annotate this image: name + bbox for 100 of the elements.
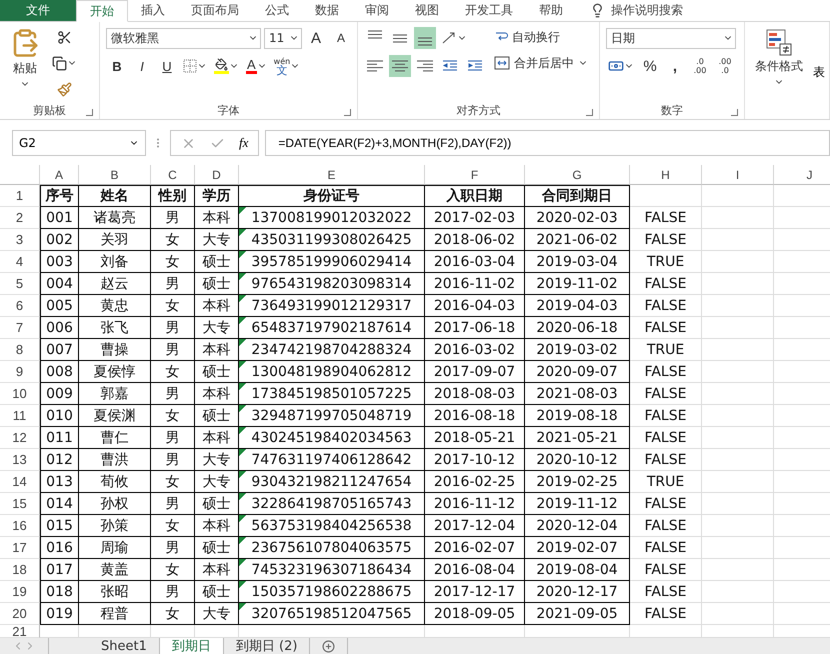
table-cell: 大专 xyxy=(195,603,239,625)
column-header[interactable]: G xyxy=(525,165,630,185)
ribbon-tab[interactable]: 视图 xyxy=(402,0,452,21)
row-header[interactable]: 8 xyxy=(0,339,40,361)
column-header[interactable]: H xyxy=(630,165,702,185)
launcher-icon[interactable] xyxy=(344,109,351,116)
name-box[interactable]: G2 xyxy=(12,130,146,156)
ribbon-tab[interactable]: 审阅 xyxy=(352,0,402,21)
row-header[interactable]: 9 xyxy=(0,361,40,383)
column-header[interactable]: E xyxy=(239,165,425,185)
bold-button[interactable]: B xyxy=(106,55,128,77)
table-cell: 女 xyxy=(151,603,195,625)
table-cell: 2019-11-02 xyxy=(525,273,630,295)
table-cell: 236756107804063575 xyxy=(239,537,425,559)
row-header[interactable]: 11 xyxy=(0,405,40,427)
font-name-field[interactable]: 微软雅黑 xyxy=(106,28,261,48)
ribbon-tab[interactable]: 帮助 xyxy=(526,0,576,21)
indent-icon xyxy=(467,59,483,73)
row-header[interactable]: 20 xyxy=(0,603,40,625)
table-cell: 2020-12-17 xyxy=(525,581,630,603)
sheet-tab[interactable]: 到期日 (2) xyxy=(224,638,310,654)
column-header[interactable]: I xyxy=(702,165,774,185)
ribbon-tab[interactable]: 页面布局 xyxy=(178,0,252,21)
row-header[interactable]: 14 xyxy=(0,471,40,493)
row-header[interactable]: 7 xyxy=(0,317,40,339)
column-header[interactable]: B xyxy=(79,165,151,185)
tell-me-search[interactable]: 操作说明搜索 xyxy=(611,2,683,19)
italic-button[interactable]: I xyxy=(131,55,153,77)
font-size-field[interactable]: 11 xyxy=(264,28,302,48)
launcher-icon[interactable] xyxy=(731,109,738,116)
table-cell: 夏侯惇 xyxy=(79,361,151,383)
comma-button[interactable]: , xyxy=(664,55,686,77)
insert-function-button[interactable]: fx xyxy=(239,135,248,151)
row-header[interactable]: 16 xyxy=(0,515,40,537)
row-header[interactable]: 10 xyxy=(0,383,40,405)
percent-button[interactable]: % xyxy=(639,55,661,77)
add-sheet-icon[interactable] xyxy=(322,640,336,652)
merge-center-button[interactable]: 合并后居中 xyxy=(492,52,590,74)
horizontal-align-button[interactable] xyxy=(389,55,411,77)
table-cell: 曹洪 xyxy=(79,449,151,471)
paste-button[interactable]: 粘贴 xyxy=(6,26,44,101)
empty-cell xyxy=(702,405,774,427)
table-format-label[interactable]: 表 xyxy=(813,64,825,81)
table-cell: 137008199012032022 xyxy=(239,207,425,229)
row-header[interactable]: 2 xyxy=(0,207,40,229)
sheet-tab[interactable]: 到期日 xyxy=(160,638,224,654)
table-cell: 005 xyxy=(40,295,79,317)
launcher-icon[interactable] xyxy=(86,109,93,116)
underline-button[interactable]: U xyxy=(156,55,178,77)
font-color-button[interactable]: A xyxy=(244,55,269,77)
column-header[interactable]: J xyxy=(774,165,830,185)
row-header[interactable]: 13 xyxy=(0,449,40,471)
table-cell: 012 xyxy=(40,449,79,471)
wrap-text-button[interactable]: 自动换行 xyxy=(492,26,590,48)
increase-decimal-button[interactable]: .0 .00 xyxy=(689,55,711,77)
empty-cell xyxy=(702,361,774,383)
table-cell: 2017-12-04 xyxy=(425,515,525,537)
table-cell: FALSE xyxy=(630,603,702,625)
row-header[interactable]: 19 xyxy=(0,581,40,603)
table-cell: 本科 xyxy=(195,515,239,537)
ribbon-tab[interactable]: 数据 xyxy=(302,0,352,21)
row-header[interactable]: 15 xyxy=(0,493,40,515)
table-cell: 大专 xyxy=(195,317,239,339)
row-header[interactable]: 5 xyxy=(0,273,40,295)
phonetic-button[interactable]: wén 文 xyxy=(272,55,302,77)
row-header[interactable]: 18 xyxy=(0,559,40,581)
row-header[interactable]: 3 xyxy=(0,229,40,251)
shrink-font-button[interactable]: A xyxy=(330,27,352,49)
decrease-decimal-button[interactable]: .00 .0 xyxy=(714,55,736,77)
ribbon-tab[interactable]: 开始 xyxy=(76,0,128,22)
number-format-field[interactable]: 日期 xyxy=(606,28,736,48)
table-cell: 001 xyxy=(40,207,79,229)
column-header[interactable]: F xyxy=(425,165,525,185)
table-cell: 2020-06-18 xyxy=(525,317,630,339)
column-header[interactable]: A xyxy=(40,165,79,185)
ribbon-tab[interactable]: 公式 xyxy=(252,0,302,21)
table-cell: FALSE xyxy=(630,383,702,405)
launcher-icon[interactable] xyxy=(586,109,593,116)
row-header[interactable]: 4 xyxy=(0,251,40,273)
column-header[interactable]: D xyxy=(195,165,239,185)
table-cell: 015 xyxy=(40,515,79,537)
table-cell: 976543198203098314 xyxy=(239,273,425,295)
row-header[interactable]: 6 xyxy=(0,295,40,317)
row-header[interactable]: 17 xyxy=(0,537,40,559)
table-cell: 诸葛亮 xyxy=(79,207,151,229)
ribbon-tab[interactable]: 文件 xyxy=(0,0,76,21)
ribbon-tab[interactable]: 插入 xyxy=(128,0,178,21)
row-header[interactable]: 1 xyxy=(0,185,40,207)
formula-field[interactable]: =DATE(YEAR(F2)+3,MONTH(F2),DAY(F2)) xyxy=(265,130,830,156)
vertical-align-button[interactable] xyxy=(414,27,436,49)
indent-icon xyxy=(442,59,458,73)
ribbon-tab[interactable]: 开发工具 xyxy=(452,0,526,21)
grow-font-button[interactable]: A xyxy=(305,27,327,49)
table-cell: 2016-03-02 xyxy=(425,339,525,361)
column-header[interactable]: C xyxy=(151,165,195,185)
merge-cells-icon xyxy=(494,56,510,70)
table-cell: 173845198501057225 xyxy=(239,383,425,405)
conditional-format-button[interactable]: 条件格式 xyxy=(751,26,807,119)
align-icon xyxy=(392,60,408,72)
row-header[interactable]: 12 xyxy=(0,427,40,449)
